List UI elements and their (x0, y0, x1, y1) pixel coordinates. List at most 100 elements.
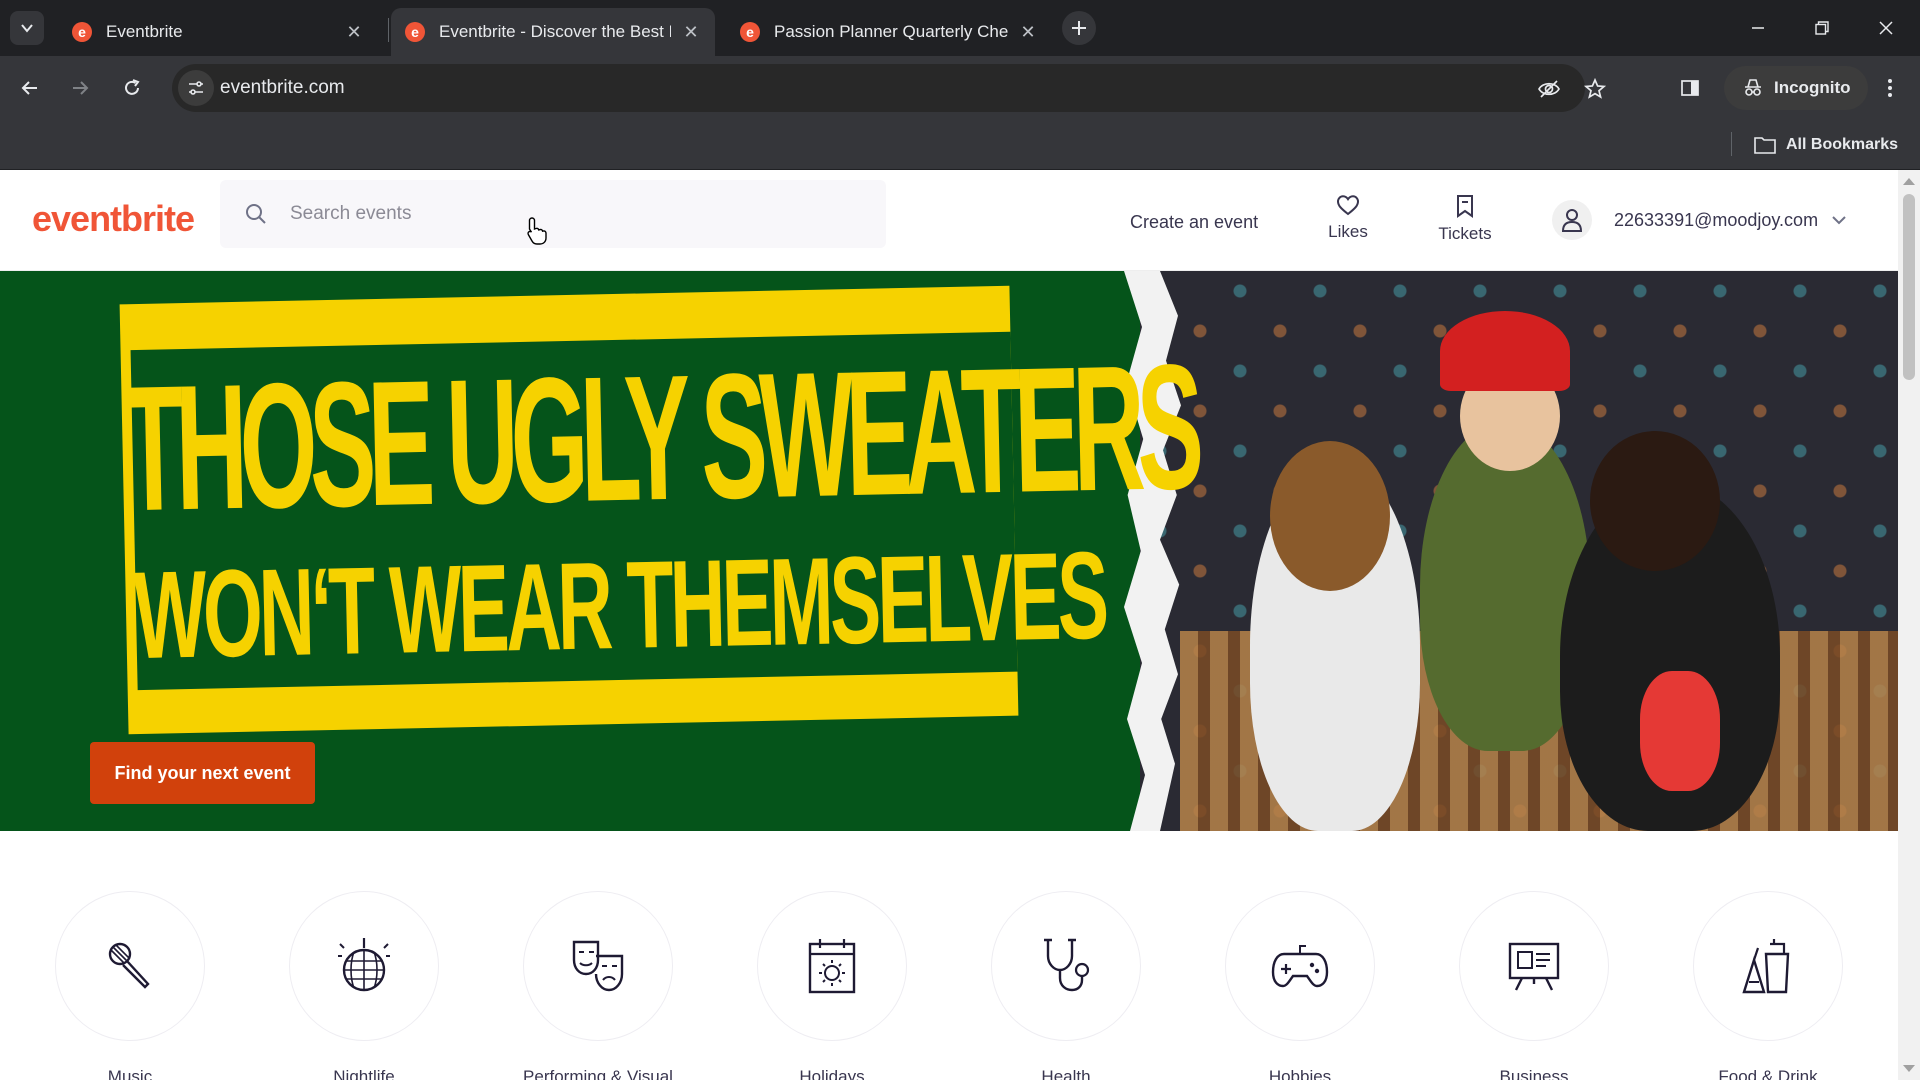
category-label: Health (1041, 1067, 1091, 1080)
user-email: 22633391@moodjoy.com (1614, 209, 1819, 230)
close-icon[interactable]: ✕ (1018, 22, 1038, 42)
category-circle (1225, 891, 1375, 1041)
restore-button[interactable] (1804, 10, 1840, 46)
santa-sweater-graphic (1640, 671, 1720, 791)
close-icon (1879, 21, 1893, 35)
site-info-button[interactable] (178, 70, 214, 106)
svg-text:e: e (746, 24, 754, 40)
tickets-link[interactable]: Tickets (1420, 194, 1510, 244)
category-performing-visual[interactable]: Performing & Visual (508, 891, 688, 1080)
category-food-drink[interactable]: Food & Drink (1678, 891, 1858, 1080)
create-event-link[interactable]: Create an event (1130, 212, 1258, 233)
eventbrite-logo[interactable]: eventbrite (32, 198, 195, 240)
tab-search-button[interactable] (10, 11, 44, 45)
arrow-left-icon (21, 81, 37, 95)
plus-icon (1072, 21, 1086, 35)
category-circle (1693, 891, 1843, 1041)
category-circle (55, 891, 205, 1041)
tune-icon (189, 81, 203, 95)
heart-icon (1336, 195, 1360, 216)
category-circle (991, 891, 1141, 1041)
search-icon (246, 204, 266, 224)
tickets-label: Tickets (1438, 224, 1492, 243)
bookmarks-divider (1731, 132, 1732, 156)
category-label: Performing & Visual (523, 1067, 673, 1080)
category-nightlife[interactable]: Nightlife (274, 891, 454, 1080)
find-next-event-button[interactable]: Find your next event (90, 742, 315, 804)
all-bookmarks-label: All Bookmarks (1786, 136, 1899, 153)
search-input[interactable] (290, 196, 850, 232)
person-head (1270, 441, 1390, 591)
category-label: Business (1499, 1067, 1569, 1080)
tracking-protection-button[interactable] (1536, 76, 1562, 102)
browser-menu-button[interactable] (1870, 68, 1910, 108)
web-page: eventbrite Create an event Likes Tickets… (0, 170, 1898, 1080)
category-circle (523, 891, 673, 1041)
avatar (1552, 200, 1592, 240)
stethoscope-icon (1044, 938, 1090, 992)
category-strip: Music Nightlife Performing & Visual Holi… (0, 831, 1898, 1080)
page-scrollbar[interactable] (1898, 170, 1920, 1080)
chevron-down-icon (21, 24, 33, 33)
bookmarks-bar: All Bookmarks (0, 120, 1920, 170)
category-label: Holidays (799, 1067, 865, 1080)
search-bar[interactable] (220, 180, 886, 248)
tab-title: Passion Planner Quarterly Check-in (774, 22, 1008, 41)
ticket-icon (1457, 195, 1473, 218)
category-business[interactable]: Business (1444, 891, 1624, 1080)
gamepad-icon (1271, 945, 1329, 988)
kebab-menu-icon (1888, 79, 1892, 97)
category-holidays[interactable]: Holidays (742, 891, 922, 1080)
bookmark-star-button[interactable] (1582, 76, 1608, 102)
mouse-pointer-icon (527, 217, 547, 245)
category-label: Nightlife (333, 1067, 395, 1080)
category-circle (1459, 891, 1609, 1041)
category-label: Food & Drink (1718, 1067, 1818, 1080)
restore-icon (1815, 21, 1829, 35)
likes-link[interactable]: Likes (1303, 194, 1393, 242)
incognito-badge[interactable]: Incognito (1724, 66, 1869, 110)
address-bar[interactable]: eventbrite.com (172, 64, 1606, 112)
user-icon (1561, 209, 1583, 232)
category-circle (289, 891, 439, 1041)
tab-eventbrite[interactable]: e Eventbrite ✕ (58, 8, 378, 56)
minimize-button[interactable] (1740, 10, 1776, 46)
category-label: Hobbies (1268, 1067, 1332, 1080)
tab-passion-planner[interactable]: e Passion Planner Quarterly Check-in ✕ (726, 8, 1052, 56)
category-circle (757, 891, 907, 1041)
close-window-button[interactable] (1868, 10, 1904, 46)
scroll-up-arrow-icon[interactable] (1903, 178, 1915, 185)
close-icon[interactable]: ✕ (681, 22, 701, 42)
santa-hat (1440, 311, 1570, 391)
close-icon[interactable]: ✕ (344, 22, 364, 42)
all-bookmarks-button[interactable]: All Bookmarks (1754, 130, 1898, 160)
minimize-icon (1752, 27, 1764, 29)
side-panel-button[interactable] (1670, 68, 1710, 108)
url-text[interactable]: eventbrite.com (220, 77, 345, 99)
account-menu[interactable]: 22633391@moodjoy.com (1552, 200, 1846, 240)
category-health[interactable]: Health (976, 891, 1156, 1080)
drinks-icon (1742, 939, 1790, 994)
site-header: eventbrite Create an event Likes Tickets… (0, 170, 1898, 271)
hero-headline-line1: THOSE UGLY SWEATERS (120, 327, 1198, 549)
category-hobbies[interactable]: Hobbies (1210, 891, 1390, 1080)
reload-button[interactable] (112, 68, 152, 108)
scrollbar-thumb[interactable] (1903, 194, 1915, 380)
presentation-board-icon (1508, 942, 1560, 991)
forward-button[interactable] (60, 68, 100, 108)
hero-banner: THOSE UGLY SWEATERS WON‘T WEAR THEMSELVE… (0, 271, 1898, 831)
likes-label: Likes (1328, 222, 1368, 241)
tab-title: Eventbrite (106, 22, 183, 41)
tab-eventbrite-discover[interactable]: e Eventbrite - Discover the Best Local E… (391, 8, 715, 56)
arrow-right-icon (73, 81, 89, 95)
incognito-label: Incognito (1774, 78, 1851, 97)
side-panel-icon (1681, 80, 1699, 96)
eventbrite-favicon-icon: e (740, 22, 760, 42)
category-music[interactable]: Music (40, 891, 220, 1080)
new-tab-button[interactable] (1062, 11, 1096, 45)
browser-toolbar: eventbrite.com Incognito (0, 56, 1920, 120)
tab-title: Eventbrite - Discover the Best Local Eve… (439, 22, 671, 41)
scroll-down-arrow-icon[interactable] (1903, 1065, 1915, 1072)
incognito-icon (1745, 79, 1761, 96)
back-button[interactable] (10, 68, 50, 108)
